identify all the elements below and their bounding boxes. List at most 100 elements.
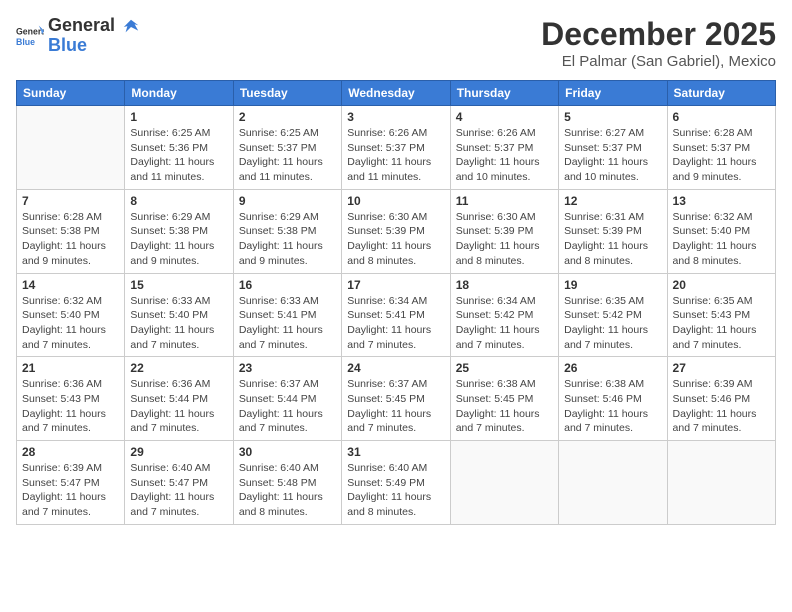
day-info: Sunrise: 6:34 AMSunset: 5:41 PMDaylight:… bbox=[347, 294, 444, 353]
day-info: Sunrise: 6:38 AMSunset: 5:45 PMDaylight:… bbox=[456, 377, 553, 436]
weekday-header: Tuesday bbox=[233, 81, 341, 106]
weekday-header: Wednesday bbox=[342, 81, 450, 106]
day-number: 21 bbox=[22, 361, 119, 375]
calendar-cell: 22 Sunrise: 6:36 AMSunset: 5:44 PMDayligh… bbox=[125, 357, 233, 441]
calendar-cell: 17 Sunrise: 6:34 AMSunset: 5:41 PMDayligh… bbox=[342, 273, 450, 357]
day-info: Sunrise: 6:25 AMSunset: 5:36 PMDaylight:… bbox=[130, 126, 227, 185]
calendar-cell: 23Sunrise: 6:37 AMSunset: 5:44 PMDayligh… bbox=[233, 357, 341, 441]
day-number: 9 bbox=[239, 194, 336, 208]
day-number: 4 bbox=[456, 110, 553, 124]
day-info: Sunrise: 6:33 AMSunset: 5:40 PMDaylight:… bbox=[130, 294, 227, 353]
day-number: 16 bbox=[239, 278, 336, 292]
calendar-cell: 25 Sunrise: 6:38 AMSunset: 5:45 PMDayligh… bbox=[450, 357, 558, 441]
calendar-cell: 7 Sunrise: 6:28 AMSunset: 5:38 PMDaylight… bbox=[17, 189, 125, 273]
day-info: Sunrise: 6:32 AMSunset: 5:40 PMDaylight:… bbox=[22, 294, 119, 353]
calendar-cell: 30Sunrise: 6:40 AMSunset: 5:48 PMDayligh… bbox=[233, 441, 341, 525]
logo-bird-icon bbox=[122, 18, 140, 36]
calendar-cell: 5 Sunrise: 6:27 AMSunset: 5:37 PMDaylight… bbox=[559, 106, 667, 190]
day-info: Sunrise: 6:26 AMSunset: 5:37 PMDaylight:… bbox=[347, 126, 444, 185]
logo-icon: General Blue bbox=[16, 22, 44, 50]
calendar-week-row: 21 Sunrise: 6:36 AMSunset: 5:43 PMDayligh… bbox=[17, 357, 776, 441]
calendar-cell: 28 Sunrise: 6:39 AMSunset: 5:47 PMDayligh… bbox=[17, 441, 125, 525]
calendar-cell bbox=[450, 441, 558, 525]
day-info: Sunrise: 6:29 AMSunset: 5:38 PMDaylight:… bbox=[239, 210, 336, 269]
day-info: Sunrise: 6:31 AMSunset: 5:39 PMDaylight:… bbox=[564, 210, 661, 269]
calendar-cell: 27Sunrise: 6:39 AMSunset: 5:46 PMDayligh… bbox=[667, 357, 775, 441]
calendar-cell bbox=[17, 106, 125, 190]
calendar-cell: 3 Sunrise: 6:26 AMSunset: 5:37 PMDaylight… bbox=[342, 106, 450, 190]
logo-text-blue: Blue bbox=[48, 35, 87, 55]
calendar-cell: 1 Sunrise: 6:25 AMSunset: 5:36 PMDaylight… bbox=[125, 106, 233, 190]
day-info: Sunrise: 6:33 AMSunset: 5:41 PMDaylight:… bbox=[239, 294, 336, 353]
calendar-cell: 11Sunrise: 6:30 AMSunset: 5:39 PMDayligh… bbox=[450, 189, 558, 273]
day-info: Sunrise: 6:32 AMSunset: 5:40 PMDaylight:… bbox=[673, 210, 770, 269]
day-info: Sunrise: 6:39 AMSunset: 5:47 PMDaylight:… bbox=[22, 461, 119, 520]
calendar-cell: 12Sunrise: 6:31 AMSunset: 5:39 PMDayligh… bbox=[559, 189, 667, 273]
day-info: Sunrise: 6:35 AMSunset: 5:43 PMDaylight:… bbox=[673, 294, 770, 353]
calendar-cell: 20Sunrise: 6:35 AMSunset: 5:43 PMDayligh… bbox=[667, 273, 775, 357]
day-number: 31 bbox=[347, 445, 444, 459]
day-number: 6 bbox=[673, 110, 770, 124]
location-title: El Palmar (San Gabriel), Mexico bbox=[541, 53, 776, 70]
calendar-header-row: SundayMondayTuesdayWednesdayThursdayFrid… bbox=[17, 81, 776, 106]
day-number: 5 bbox=[564, 110, 661, 124]
day-number: 26 bbox=[564, 361, 661, 375]
calendar-cell: 26 Sunrise: 6:38 AMSunset: 5:46 PMDayligh… bbox=[559, 357, 667, 441]
day-number: 29 bbox=[130, 445, 227, 459]
calendar-cell: 2Sunrise: 6:25 AMSunset: 5:37 PMDaylight… bbox=[233, 106, 341, 190]
calendar-cell: 29Sunrise: 6:40 AMSunset: 5:47 PMDayligh… bbox=[125, 441, 233, 525]
calendar-cell: 24 Sunrise: 6:37 AMSunset: 5:45 PMDayligh… bbox=[342, 357, 450, 441]
day-info: Sunrise: 6:28 AMSunset: 5:38 PMDaylight:… bbox=[22, 210, 119, 269]
day-number: 27 bbox=[673, 361, 770, 375]
calendar-week-row: 7 Sunrise: 6:28 AMSunset: 5:38 PMDaylight… bbox=[17, 189, 776, 273]
day-info: Sunrise: 6:36 AMSunset: 5:43 PMDaylight:… bbox=[22, 377, 119, 436]
day-number: 15 bbox=[130, 278, 227, 292]
svg-text:General: General bbox=[16, 26, 44, 36]
calendar-cell bbox=[667, 441, 775, 525]
day-info: Sunrise: 6:38 AMSunset: 5:46 PMDaylight:… bbox=[564, 377, 661, 436]
calendar-cell: 9 Sunrise: 6:29 AMSunset: 5:38 PMDaylight… bbox=[233, 189, 341, 273]
day-info: Sunrise: 6:27 AMSunset: 5:37 PMDaylight:… bbox=[564, 126, 661, 185]
day-number: 28 bbox=[22, 445, 119, 459]
day-info: Sunrise: 6:28 AMSunset: 5:37 PMDaylight:… bbox=[673, 126, 770, 185]
day-info: Sunrise: 6:30 AMSunset: 5:39 PMDaylight:… bbox=[347, 210, 444, 269]
weekday-header: Saturday bbox=[667, 81, 775, 106]
calendar-cell: 8 Sunrise: 6:29 AMSunset: 5:38 PMDaylight… bbox=[125, 189, 233, 273]
weekday-header: Thursday bbox=[450, 81, 558, 106]
calendar-cell: 6 Sunrise: 6:28 AMSunset: 5:37 PMDaylight… bbox=[667, 106, 775, 190]
day-number: 14 bbox=[22, 278, 119, 292]
weekday-header: Sunday bbox=[17, 81, 125, 106]
day-number: 7 bbox=[22, 194, 119, 208]
calendar: SundayMondayTuesdayWednesdayThursdayFrid… bbox=[16, 80, 776, 525]
day-number: 24 bbox=[347, 361, 444, 375]
header: General Blue General Blue December 2025 … bbox=[16, 16, 776, 70]
calendar-cell: 15 Sunrise: 6:33 AMSunset: 5:40 PMDayligh… bbox=[125, 273, 233, 357]
weekday-header: Monday bbox=[125, 81, 233, 106]
calendar-week-row: 28 Sunrise: 6:39 AMSunset: 5:47 PMDayligh… bbox=[17, 441, 776, 525]
title-area: December 2025 El Palmar (San Gabriel), M… bbox=[541, 16, 776, 70]
day-number: 3 bbox=[347, 110, 444, 124]
calendar-cell: 10Sunrise: 6:30 AMSunset: 5:39 PMDayligh… bbox=[342, 189, 450, 273]
day-number: 17 bbox=[347, 278, 444, 292]
calendar-cell: 16 Sunrise: 6:33 AMSunset: 5:41 PMDayligh… bbox=[233, 273, 341, 357]
day-number: 11 bbox=[456, 194, 553, 208]
day-number: 1 bbox=[130, 110, 227, 124]
day-number: 25 bbox=[456, 361, 553, 375]
day-info: Sunrise: 6:25 AMSunset: 5:37 PMDaylight:… bbox=[239, 126, 336, 185]
day-info: Sunrise: 6:26 AMSunset: 5:37 PMDaylight:… bbox=[456, 126, 553, 185]
calendar-cell: 4 Sunrise: 6:26 AMSunset: 5:37 PMDaylight… bbox=[450, 106, 558, 190]
logo: General Blue General Blue bbox=[16, 16, 140, 56]
day-number: 18 bbox=[456, 278, 553, 292]
day-number: 22 bbox=[130, 361, 227, 375]
day-info: Sunrise: 6:37 AMSunset: 5:45 PMDaylight:… bbox=[347, 377, 444, 436]
day-info: Sunrise: 6:29 AMSunset: 5:38 PMDaylight:… bbox=[130, 210, 227, 269]
calendar-cell bbox=[559, 441, 667, 525]
day-info: Sunrise: 6:37 AMSunset: 5:44 PMDaylight:… bbox=[239, 377, 336, 436]
calendar-cell: 18Sunrise: 6:34 AMSunset: 5:42 PMDayligh… bbox=[450, 273, 558, 357]
logo-text-general: General bbox=[48, 15, 115, 35]
svg-text:Blue: Blue bbox=[16, 37, 35, 47]
calendar-cell: 21 Sunrise: 6:36 AMSunset: 5:43 PMDayligh… bbox=[17, 357, 125, 441]
day-info: Sunrise: 6:36 AMSunset: 5:44 PMDaylight:… bbox=[130, 377, 227, 436]
day-number: 8 bbox=[130, 194, 227, 208]
calendar-week-row: 1 Sunrise: 6:25 AMSunset: 5:36 PMDaylight… bbox=[17, 106, 776, 190]
